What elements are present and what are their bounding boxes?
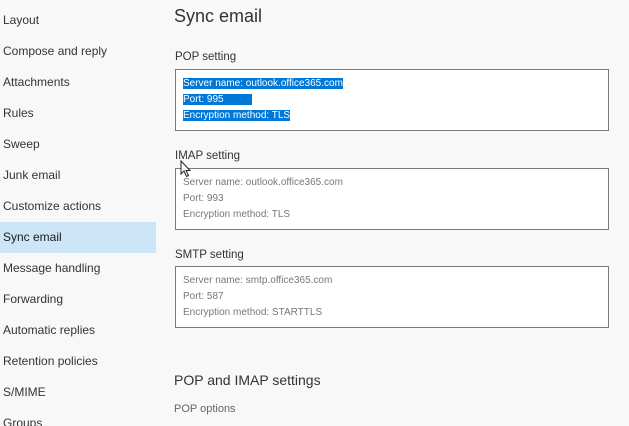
pop-setting-box[interactable]: Server name: outlook.office365.com Port:…: [175, 69, 609, 131]
sidebar-item-forwarding[interactable]: Forwarding: [0, 284, 156, 315]
sidebar-item-layout[interactable]: Layout: [0, 5, 156, 36]
sidebar-item-sweep[interactable]: Sweep: [0, 129, 156, 160]
sidebar-item-compose-and-reply[interactable]: Compose and reply: [0, 36, 156, 67]
settings-page: Layout Compose and reply Attachments Rul…: [0, 0, 629, 426]
sidebar-item-retention-policies[interactable]: Retention policies: [0, 346, 156, 377]
pop-options-link[interactable]: POP options: [174, 403, 236, 415]
imap-server-name[interactable]: Server name: outlook.office365.com: [183, 177, 343, 188]
imap-setting-box[interactable]: Server name: outlook.office365.com Port:…: [175, 168, 609, 230]
smtp-server-name[interactable]: Server name: smtp.office365.com: [183, 275, 332, 286]
imap-encryption-method[interactable]: Encryption method: TLS: [183, 209, 290, 220]
smtp-setting-label: SMTP setting: [175, 249, 244, 261]
pop-imap-settings-heading: POP and IMAP settings: [174, 372, 321, 388]
sidebar-item-attachments[interactable]: Attachments: [0, 67, 156, 98]
sidebar-item-rules[interactable]: Rules: [0, 98, 156, 129]
imap-port[interactable]: Port: 993: [183, 193, 224, 204]
mouse-pointer-icon: [180, 160, 192, 178]
sidebar-item-sync-email[interactable]: Sync email: [0, 222, 156, 253]
sidebar-item-message-handling[interactable]: Message handling: [0, 253, 156, 284]
sidebar-item-junk-email[interactable]: Junk email: [0, 160, 156, 191]
pop-encryption-method[interactable]: Encryption method: TLS: [183, 110, 291, 121]
smtp-encryption-method[interactable]: Encryption method: STARTTLS: [183, 307, 322, 318]
pop-encryption-line: Encryption method: TLS: [183, 108, 608, 124]
pop-port[interactable]: Port: 995: [183, 94, 224, 105]
selection-trail: [223, 94, 252, 105]
smtp-setting-box[interactable]: Server name: smtp.office365.com Port: 58…: [175, 266, 609, 328]
smtp-port[interactable]: Port: 587: [183, 291, 224, 302]
pop-setting-label: POP setting: [175, 51, 237, 63]
sidebar-item-customize-actions[interactable]: Customize actions: [0, 191, 156, 222]
sidebar-item-groups[interactable]: Groups: [0, 408, 156, 426]
pop-server-line: Server name: outlook.office365.com: [183, 76, 608, 92]
sidebar-item-smime[interactable]: S/MIME: [0, 377, 156, 408]
pop-port-line: Port: 995: [183, 92, 608, 108]
pop-server-name[interactable]: Server name: outlook.office365.com: [183, 78, 343, 89]
page-title: Sync email: [174, 6, 263, 26]
settings-sidebar: Layout Compose and reply Attachments Rul…: [0, 0, 156, 426]
sidebar-item-automatic-replies[interactable]: Automatic replies: [0, 315, 156, 346]
